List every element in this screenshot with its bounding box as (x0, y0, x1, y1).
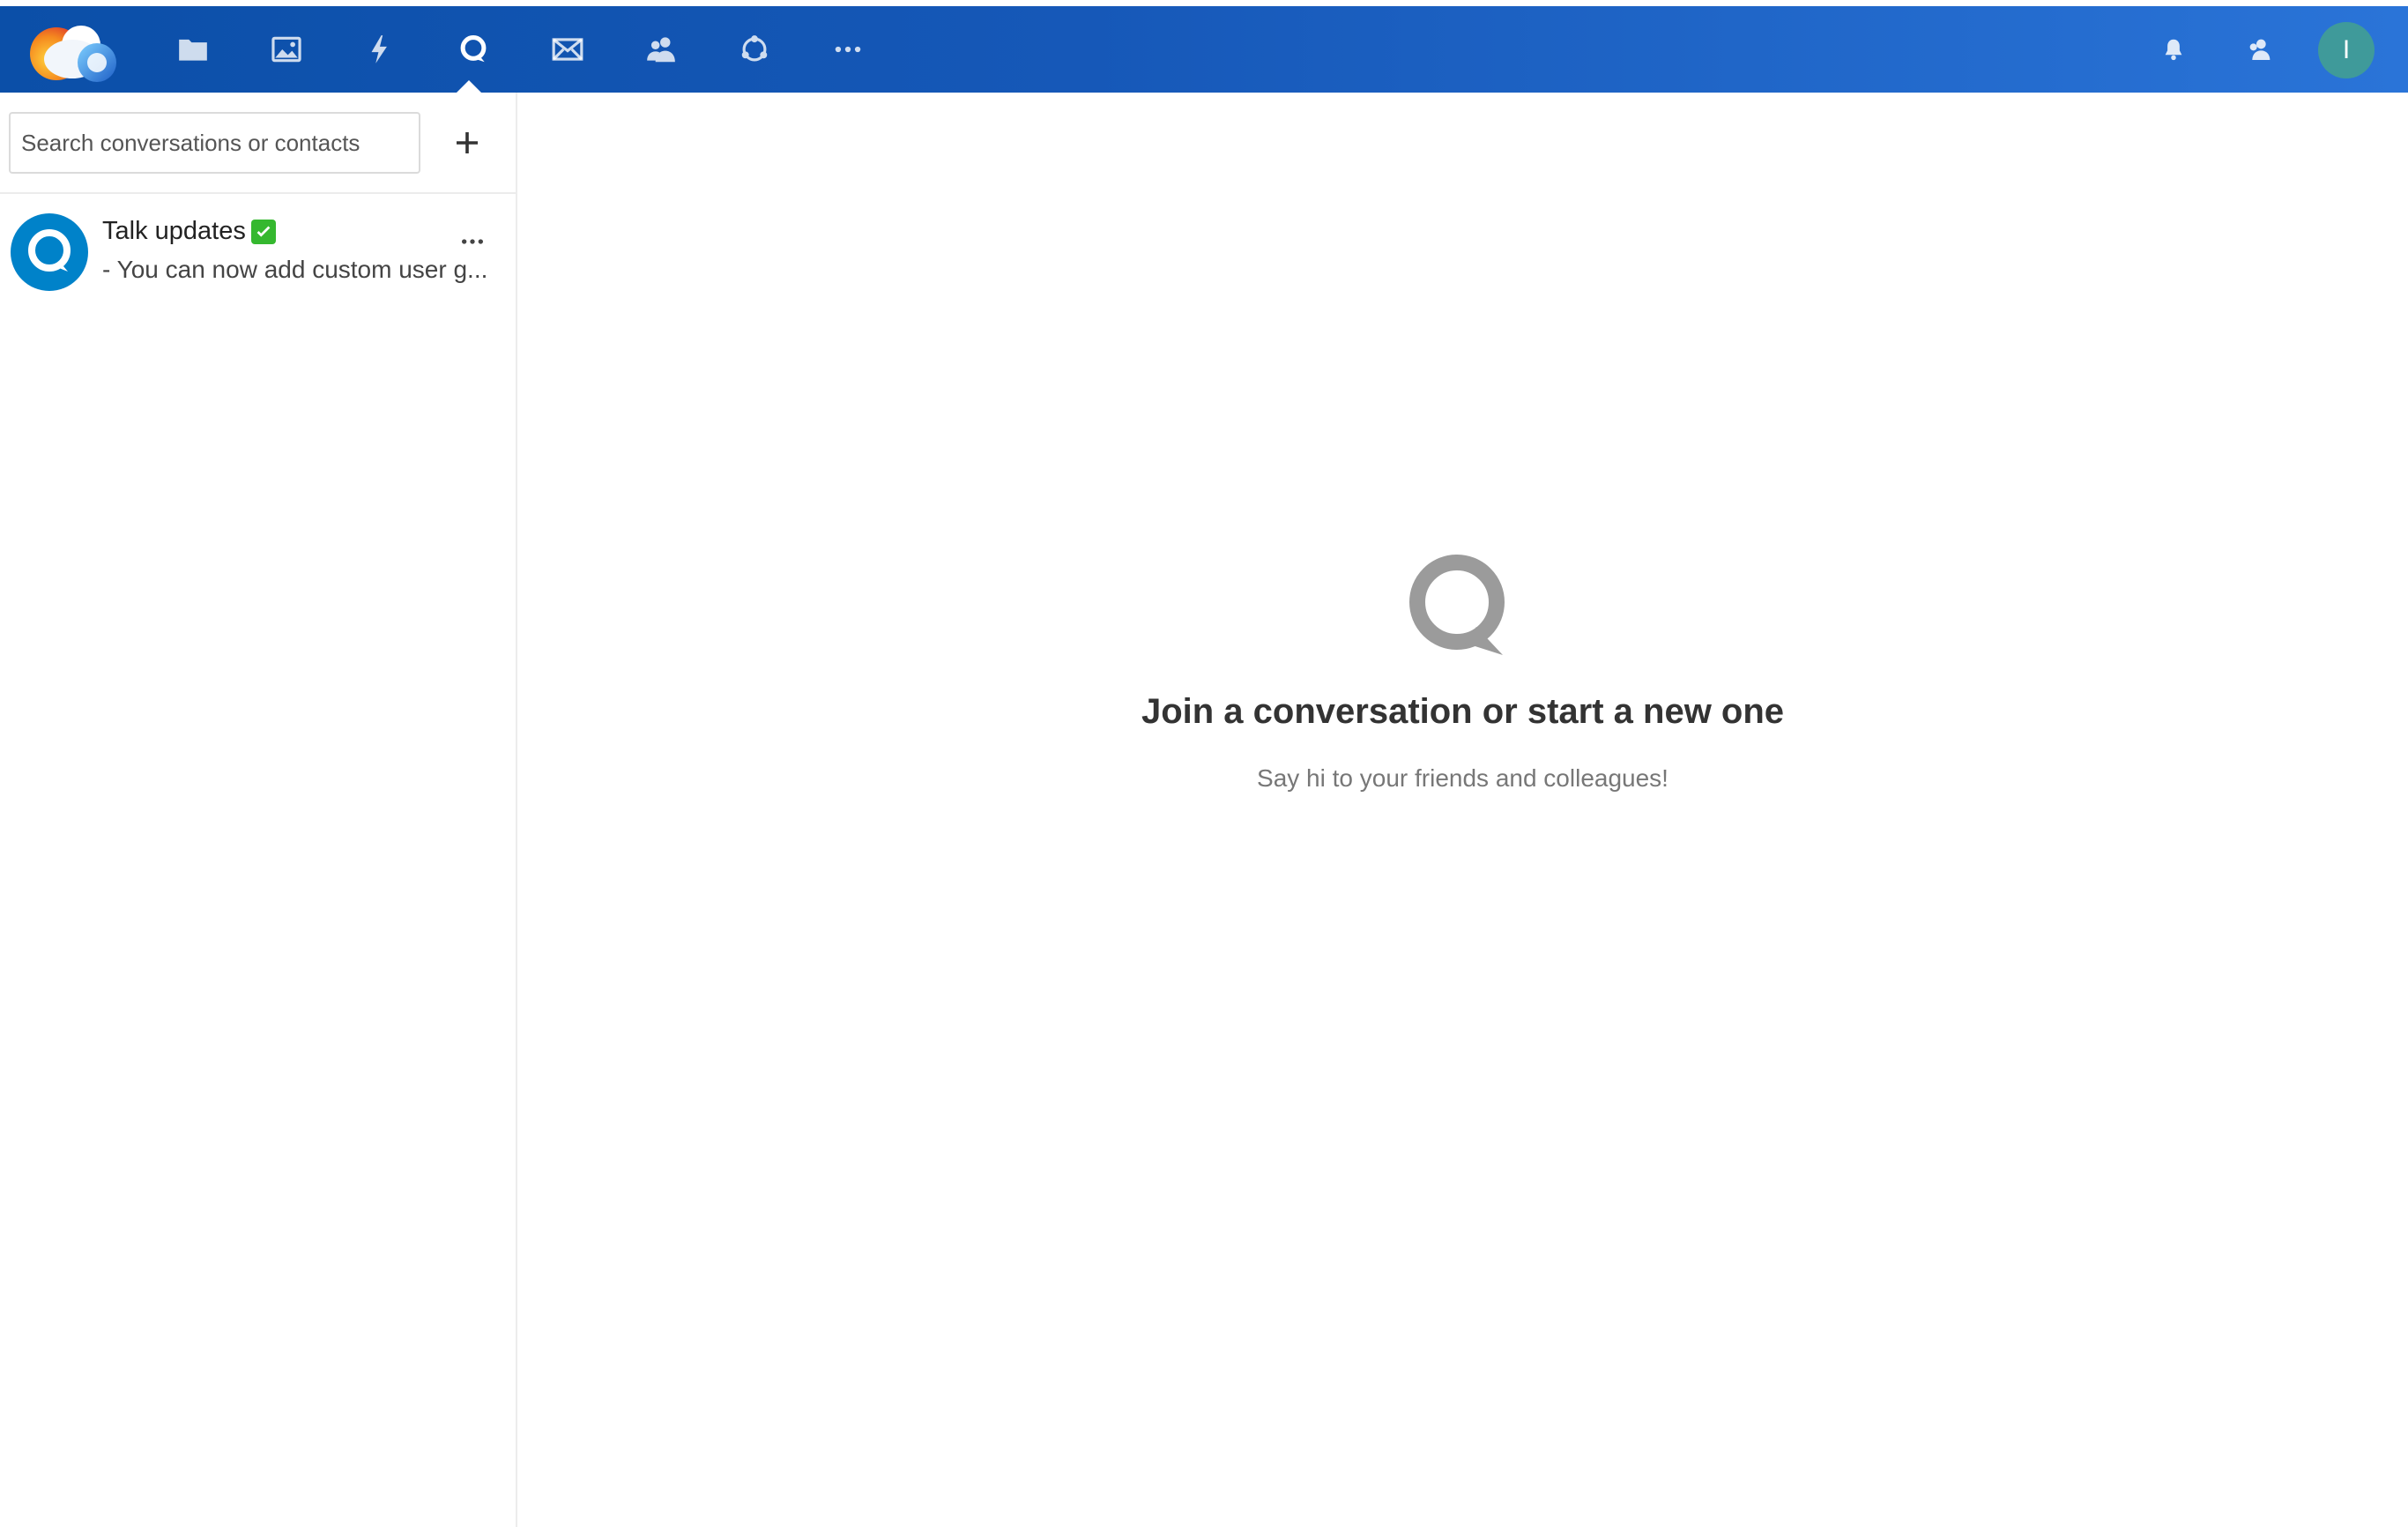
bell-icon[interactable] (2150, 26, 2197, 73)
talk-icon[interactable] (450, 26, 497, 73)
conversation-actions-button[interactable] (451, 224, 494, 259)
folder-icon[interactable] (169, 26, 217, 73)
image-icon[interactable] (263, 26, 310, 73)
conversation-sidebar: Talk updates - You can now add custom us… (0, 93, 517, 1527)
conversation-name: Talk updates (102, 217, 246, 245)
mail-icon[interactable] (544, 26, 591, 73)
app-logo[interactable] (19, 15, 123, 86)
user-avatar[interactable]: I (2318, 22, 2375, 78)
conversation-avatar (11, 213, 88, 291)
contacts-icon[interactable] (637, 26, 685, 73)
empty-state-subtitle: Say hi to your friends and colleagues! (1257, 764, 1669, 792)
top-header: I (0, 6, 2408, 93)
talk-icon (1408, 553, 1510, 659)
lightning-icon[interactable] (356, 26, 404, 73)
active-app-indicator (457, 80, 481, 93)
conversation-preview: - You can now add custom user g... (102, 256, 488, 283)
more-icon[interactable] (824, 26, 872, 73)
plus-icon (457, 132, 478, 153)
main-content: Join a conversation or start a new one S… (517, 93, 2408, 1527)
contacts-menu-icon[interactable] (2236, 26, 2284, 73)
avatar-initial: I (2342, 35, 2351, 64)
new-conversation-button[interactable] (441, 116, 494, 169)
circles-icon[interactable] (731, 26, 778, 73)
conversation-item[interactable]: Talk updates - You can now add custom us… (0, 205, 516, 296)
more-icon (462, 239, 483, 244)
divider (0, 192, 516, 194)
empty-state-title: Join a conversation or start a new one (1141, 692, 1785, 731)
verified-check-icon (250, 219, 276, 244)
search-input[interactable] (9, 112, 420, 174)
